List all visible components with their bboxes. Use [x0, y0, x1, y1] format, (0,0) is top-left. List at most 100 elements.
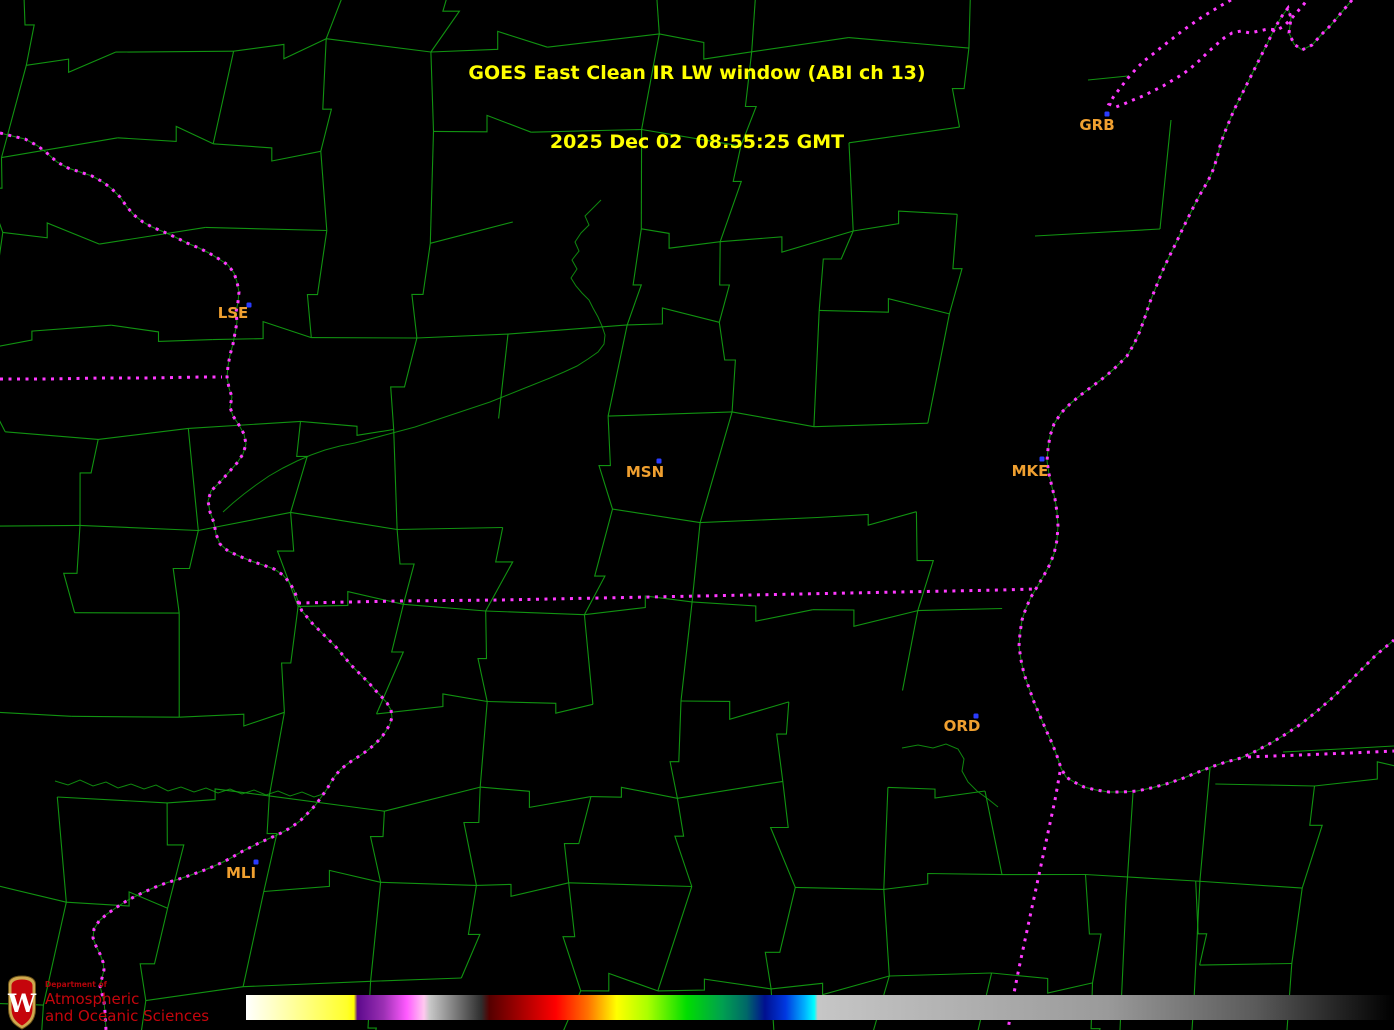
satellite-image-viewer: { "title": { "line1": "GOES East Clean I…	[0, 0, 1394, 1030]
county-line	[98, 427, 189, 440]
county-line	[991, 972, 1093, 994]
county-line	[769, 781, 796, 888]
city-label-MLI: MLI	[226, 864, 256, 882]
county-line	[172, 530, 199, 614]
state-border-wi-il	[297, 587, 1036, 605]
county-line	[590, 786, 678, 799]
county-line	[0, 324, 112, 347]
county-line	[1215, 783, 1315, 787]
county-line	[580, 972, 658, 992]
county-line	[476, 882, 569, 897]
county-line	[598, 416, 614, 510]
county-line	[243, 980, 371, 988]
city-label-MKE: MKE	[1012, 462, 1049, 480]
county-line	[680, 601, 693, 702]
logo-department-prefix: Department of	[45, 980, 107, 989]
county-line	[853, 210, 958, 232]
county-line	[300, 420, 394, 436]
county-line	[1314, 761, 1394, 787]
county-line	[242, 891, 265, 987]
crest-letter: W	[7, 989, 37, 1018]
county-line	[485, 610, 585, 616]
city-label-MSN: MSN	[626, 463, 664, 481]
county-line	[370, 882, 382, 982]
county-line	[477, 610, 488, 702]
county-line	[700, 516, 818, 524]
county-line	[1084, 874, 1102, 983]
city-dot-MKE	[1039, 456, 1045, 462]
county-line	[188, 420, 301, 429]
county-line	[641, 228, 721, 249]
city-label-LSE: LSE	[218, 304, 249, 322]
county-line	[813, 422, 928, 428]
county-line-northeast-1	[1034, 228, 1161, 237]
county-line	[411, 243, 431, 339]
mississippi-river-line	[0, 132, 393, 1030]
county-line	[813, 310, 820, 427]
county-line	[718, 241, 731, 323]
county-line	[56, 796, 67, 903]
county-line	[263, 795, 278, 892]
county-line	[812, 609, 918, 628]
county-line	[290, 511, 398, 531]
county-line	[583, 614, 594, 705]
county-line	[927, 313, 950, 424]
county-line	[463, 787, 481, 886]
aos-logo: W Department of Atmospheric and Oceanic …	[6, 975, 209, 1030]
county-line	[166, 802, 185, 909]
county-line	[584, 595, 693, 616]
county-line	[1301, 785, 1323, 889]
county-line	[403, 603, 486, 612]
county-line	[390, 337, 418, 430]
image-title: GOES East Clean IR LW window (ABI ch 13)…	[0, 16, 1394, 177]
state-border-in-mi	[1247, 749, 1394, 759]
county-line	[771, 975, 890, 996]
county-line	[2, 222, 100, 245]
county-line	[187, 428, 199, 531]
county-line	[817, 511, 917, 526]
county-line	[0, 420, 6, 433]
county-line	[626, 228, 643, 326]
title-line-1: GOES East Clean IR LW window (ABI ch 13)	[468, 62, 926, 84]
county-line	[562, 882, 582, 991]
county-line	[1199, 962, 1292, 966]
city-label-ORD: ORD	[944, 717, 981, 735]
county-line	[430, 221, 513, 244]
county-line	[883, 787, 889, 890]
county-line	[167, 788, 270, 804]
county-line	[718, 322, 736, 412]
county-line	[179, 711, 285, 727]
county-line	[380, 881, 477, 886]
county-line	[479, 701, 488, 788]
county-line	[99, 226, 206, 245]
county-line	[887, 786, 986, 799]
county-line	[205, 226, 327, 232]
county-line	[384, 786, 481, 812]
county-line	[298, 590, 404, 607]
county-line	[79, 524, 199, 532]
county-line	[62, 525, 81, 613]
county-line	[71, 715, 180, 718]
county-line	[607, 324, 628, 417]
county-line	[268, 712, 285, 796]
logo-text: Department of Atmospheric and Oceanic Sc…	[45, 975, 209, 1024]
county-line	[657, 978, 772, 992]
county-line	[669, 700, 682, 799]
county-line	[1085, 873, 1196, 882]
county-line	[677, 780, 783, 799]
county-line	[563, 796, 592, 883]
county-line	[111, 324, 213, 342]
county-line	[764, 887, 796, 989]
county-line	[720, 230, 854, 253]
county-line	[57, 796, 168, 804]
county-line	[290, 421, 308, 513]
county-line	[0, 524, 81, 527]
county-line	[393, 429, 398, 530]
county-line	[657, 886, 693, 992]
county-line	[269, 795, 385, 812]
county-line	[776, 701, 790, 782]
wisconsin-river	[222, 199, 606, 513]
county-line	[948, 214, 963, 315]
county-line	[480, 786, 591, 809]
county-line	[0, 711, 72, 717]
